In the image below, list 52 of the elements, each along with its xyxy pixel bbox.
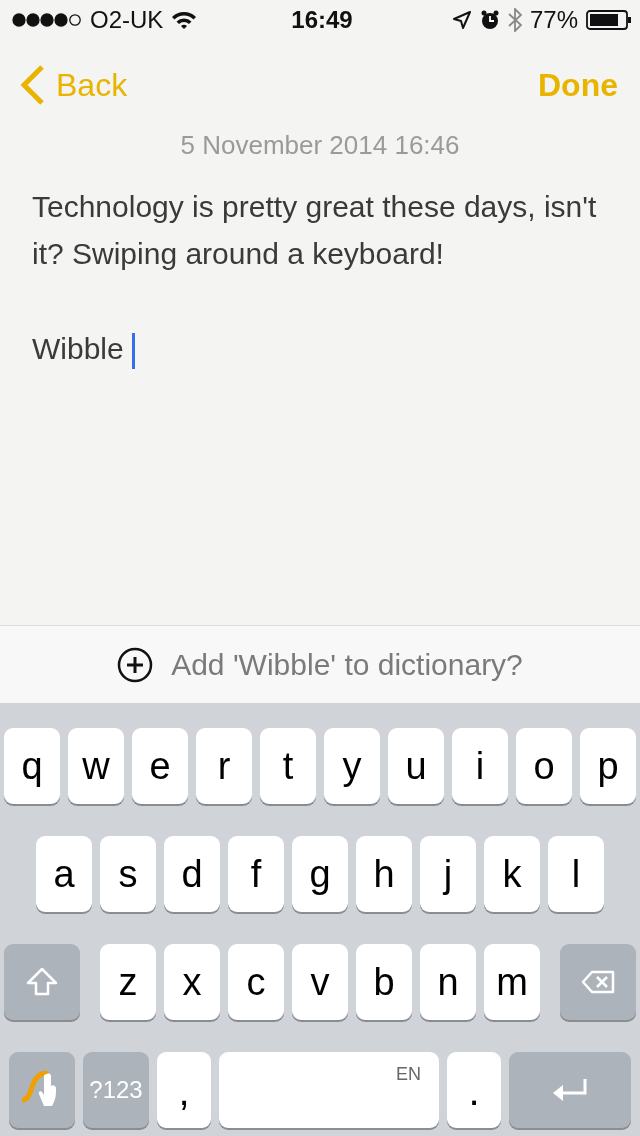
clock-time: 16:49: [291, 6, 353, 34]
location-arrow-icon: [451, 10, 472, 30]
key[interactable]: c: [228, 944, 284, 1020]
alarm-clock-icon: [479, 10, 500, 30]
return-key[interactable]: [509, 1052, 631, 1128]
swype-key[interactable]: [9, 1052, 75, 1128]
key[interactable]: l: [548, 836, 604, 912]
add-to-dictionary-button[interactable]: Add 'Wibble' to dictionary?: [0, 625, 640, 703]
key[interactable]: m: [484, 944, 540, 1020]
battery-percentage: 77%: [529, 6, 578, 34]
key[interactable]: s: [100, 836, 156, 912]
note-text: Technology is pretty great these days, isn't it? Swiping around a keyboard!: [32, 189, 598, 272]
key[interactable]: w: [68, 728, 124, 804]
key[interactable]: g: [292, 836, 348, 912]
key[interactable]: i: [452, 728, 508, 804]
space-key[interactable]: EN: [219, 1052, 439, 1128]
key[interactable]: f: [228, 836, 284, 912]
key[interactable]: y: [324, 728, 380, 804]
text-cursor: [131, 333, 135, 370]
key[interactable]: h: [356, 836, 412, 912]
signal-icon: [12, 13, 82, 27]
key[interactable]: r: [196, 728, 252, 804]
add-icon: [117, 646, 154, 683]
bluetooth-icon: [507, 8, 522, 32]
battery-icon: [586, 10, 632, 30]
shift-key[interactable]: [4, 944, 80, 1020]
punctuation-key[interactable]: ,: [157, 1052, 211, 1128]
backspace-icon: [581, 970, 615, 994]
key[interactable]: n: [420, 944, 476, 1020]
key[interactable]: b: [356, 944, 412, 1020]
backspace-key[interactable]: [560, 944, 636, 1020]
key[interactable]: k: [484, 836, 540, 912]
key[interactable]: u: [388, 728, 444, 804]
key[interactable]: t: [260, 728, 316, 804]
note-text: Wibble: [32, 325, 608, 372]
punctuation-key[interactable]: .: [447, 1052, 501, 1128]
key[interactable]: a: [36, 836, 92, 912]
key[interactable]: o: [516, 728, 572, 804]
key[interactable]: p: [580, 728, 636, 804]
key[interactable]: d: [164, 836, 220, 912]
return-icon: [551, 1077, 589, 1103]
carrier-name: O2-UK: [90, 6, 164, 34]
key[interactable]: v: [292, 944, 348, 1020]
wifi-icon: [171, 10, 198, 30]
shift-arrow-icon: [26, 967, 58, 997]
key[interactable]: e: [132, 728, 188, 804]
key[interactable]: q: [4, 728, 60, 804]
key[interactable]: j: [420, 836, 476, 912]
chevron-left-icon: [20, 64, 46, 106]
key[interactable]: x: [164, 944, 220, 1020]
note-date: 5 November 2014 16:46: [179, 130, 461, 161]
key[interactable]: z: [100, 944, 156, 1020]
